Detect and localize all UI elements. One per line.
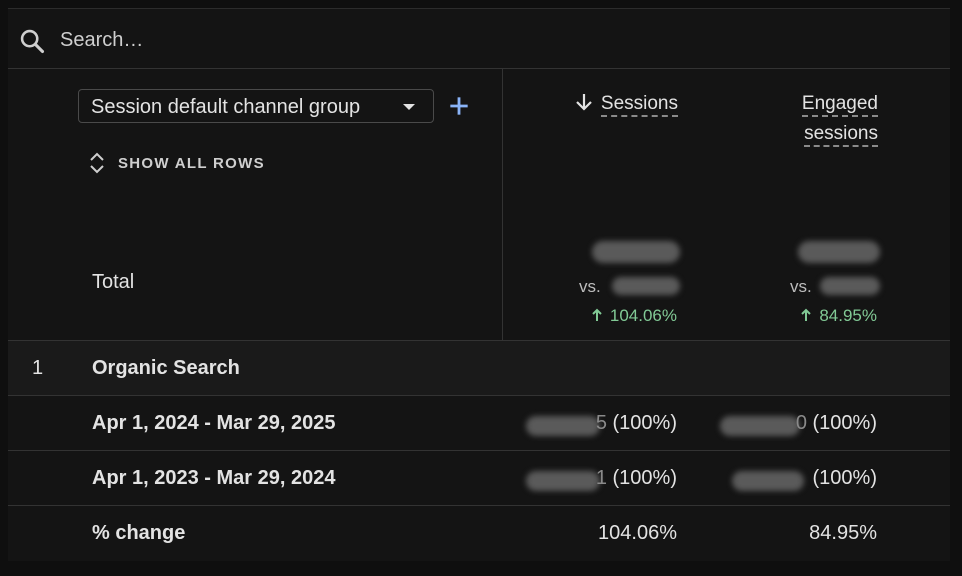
engaged-cell: 0 (100%) — [728, 412, 877, 435]
engaged-percent: (100%) — [812, 467, 877, 489]
engaged-change-cell: 84.95% — [809, 522, 877, 544]
redacted-engaged-compare — [820, 277, 880, 295]
value-tail: 5 — [595, 412, 607, 434]
table-row: Apr 1, 2023 - Mar 29, 2024 1 (100%) (100… — [8, 450, 950, 505]
column-header-engaged-sessions[interactable]: Engaged sessions — [748, 89, 878, 149]
engaged-total-change-value: 84.95% — [819, 306, 877, 325]
arrow-up-icon — [801, 308, 812, 321]
search-input[interactable] — [60, 25, 460, 55]
caret-down-icon — [403, 104, 415, 110]
sessions-cell: 1 (100%) — [528, 467, 677, 490]
row-label: Apr 1, 2023 - Mar 29, 2024 — [92, 467, 336, 489]
engaged-vs-label: vs. — [790, 277, 812, 296]
redacted-engaged-total — [798, 241, 880, 263]
sessions-percent: (100%) — [612, 467, 677, 489]
search-icon — [20, 29, 45, 54]
sessions-change-cell: 104.06% — [598, 522, 677, 544]
arrow-down-icon — [576, 94, 592, 111]
dimension-select[interactable]: Session default channel group — [78, 89, 434, 123]
dimension-select-label: Session default channel group — [91, 96, 361, 118]
show-all-rows-label: SHOW ALL ROWS — [118, 154, 265, 172]
sessions-percent: (100%) — [612, 412, 677, 434]
value-tail: 1 — [595, 467, 607, 489]
add-dimension-plus-icon[interactable] — [446, 93, 472, 119]
engaged-cell: (100%) — [728, 467, 877, 490]
redacted-sessions-total — [592, 241, 680, 263]
row-number: 1 — [32, 357, 44, 379]
sessions-total-change: 104.06% — [528, 306, 677, 326]
row-label: % change — [92, 522, 186, 544]
sessions-total-change-value: 104.06% — [609, 306, 677, 325]
value-tail: 0 — [795, 412, 807, 434]
search-bar — [8, 9, 950, 69]
arrow-up-icon — [592, 308, 602, 321]
table-row[interactable]: 1 Organic Search — [8, 340, 950, 395]
sessions-cell: 5 (100%) — [528, 412, 677, 435]
engaged-header-line2: sessions — [804, 123, 878, 147]
sessions-vs-label: vs. — [579, 277, 601, 296]
engaged-total-change: 84.95% — [728, 306, 877, 326]
total-label: Total — [92, 271, 135, 293]
unfold-icon — [90, 152, 104, 174]
row-label: Apr 1, 2024 - Mar 29, 2025 — [92, 412, 336, 434]
engaged-percent: (100%) — [812, 412, 877, 434]
row-label: Organic Search — [92, 357, 240, 379]
sessions-header-label: Sessions — [600, 93, 678, 117]
engaged-header-line1: Engaged — [801, 93, 878, 117]
show-all-rows-button[interactable]: SHOW ALL ROWS — [88, 151, 265, 175]
redacted-sessions-compare — [612, 277, 680, 295]
report-table-panel: Session default channel group SHOW ALL R… — [8, 8, 950, 561]
table-row: Apr 1, 2024 - Mar 29, 2025 5 (100%) 0 (1… — [8, 395, 950, 450]
column-header-sessions[interactable]: Sessions — [548, 89, 678, 119]
table-row: % change 104.06% 84.95% — [8, 505, 950, 561]
